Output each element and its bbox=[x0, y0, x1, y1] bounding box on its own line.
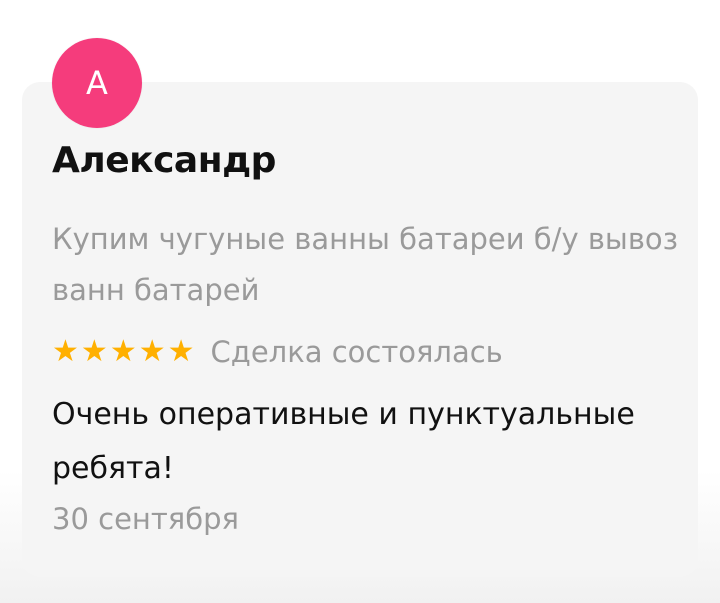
deal-status: Сделка состоялась bbox=[210, 335, 503, 369]
rating-stars: ★ ★ ★ ★ ★ bbox=[52, 337, 195, 367]
star-icon: ★ bbox=[138, 334, 166, 369]
review-date: 30 сентября bbox=[52, 502, 239, 536]
avatar[interactable]: А bbox=[52, 38, 142, 128]
star-icon: ★ bbox=[80, 334, 108, 369]
star-icon: ★ bbox=[52, 334, 79, 369]
review-text: Очень оперативные и пунктуальные ребята! bbox=[52, 397, 635, 486]
author-name[interactable]: Александр bbox=[52, 140, 276, 181]
rating-row: ★ ★ ★ ★ ★ Сделка состоялась bbox=[52, 330, 503, 374]
star-icon: ★ bbox=[167, 334, 195, 369]
avatar-letter: А bbox=[86, 64, 108, 102]
review-page: А Александр Купим чугуные ванны батареи … bbox=[0, 0, 720, 603]
star-icon: ★ bbox=[109, 334, 137, 369]
ad-title[interactable]: Купим чугуные ванны батареи б/у вывоз ва… bbox=[52, 214, 682, 316]
